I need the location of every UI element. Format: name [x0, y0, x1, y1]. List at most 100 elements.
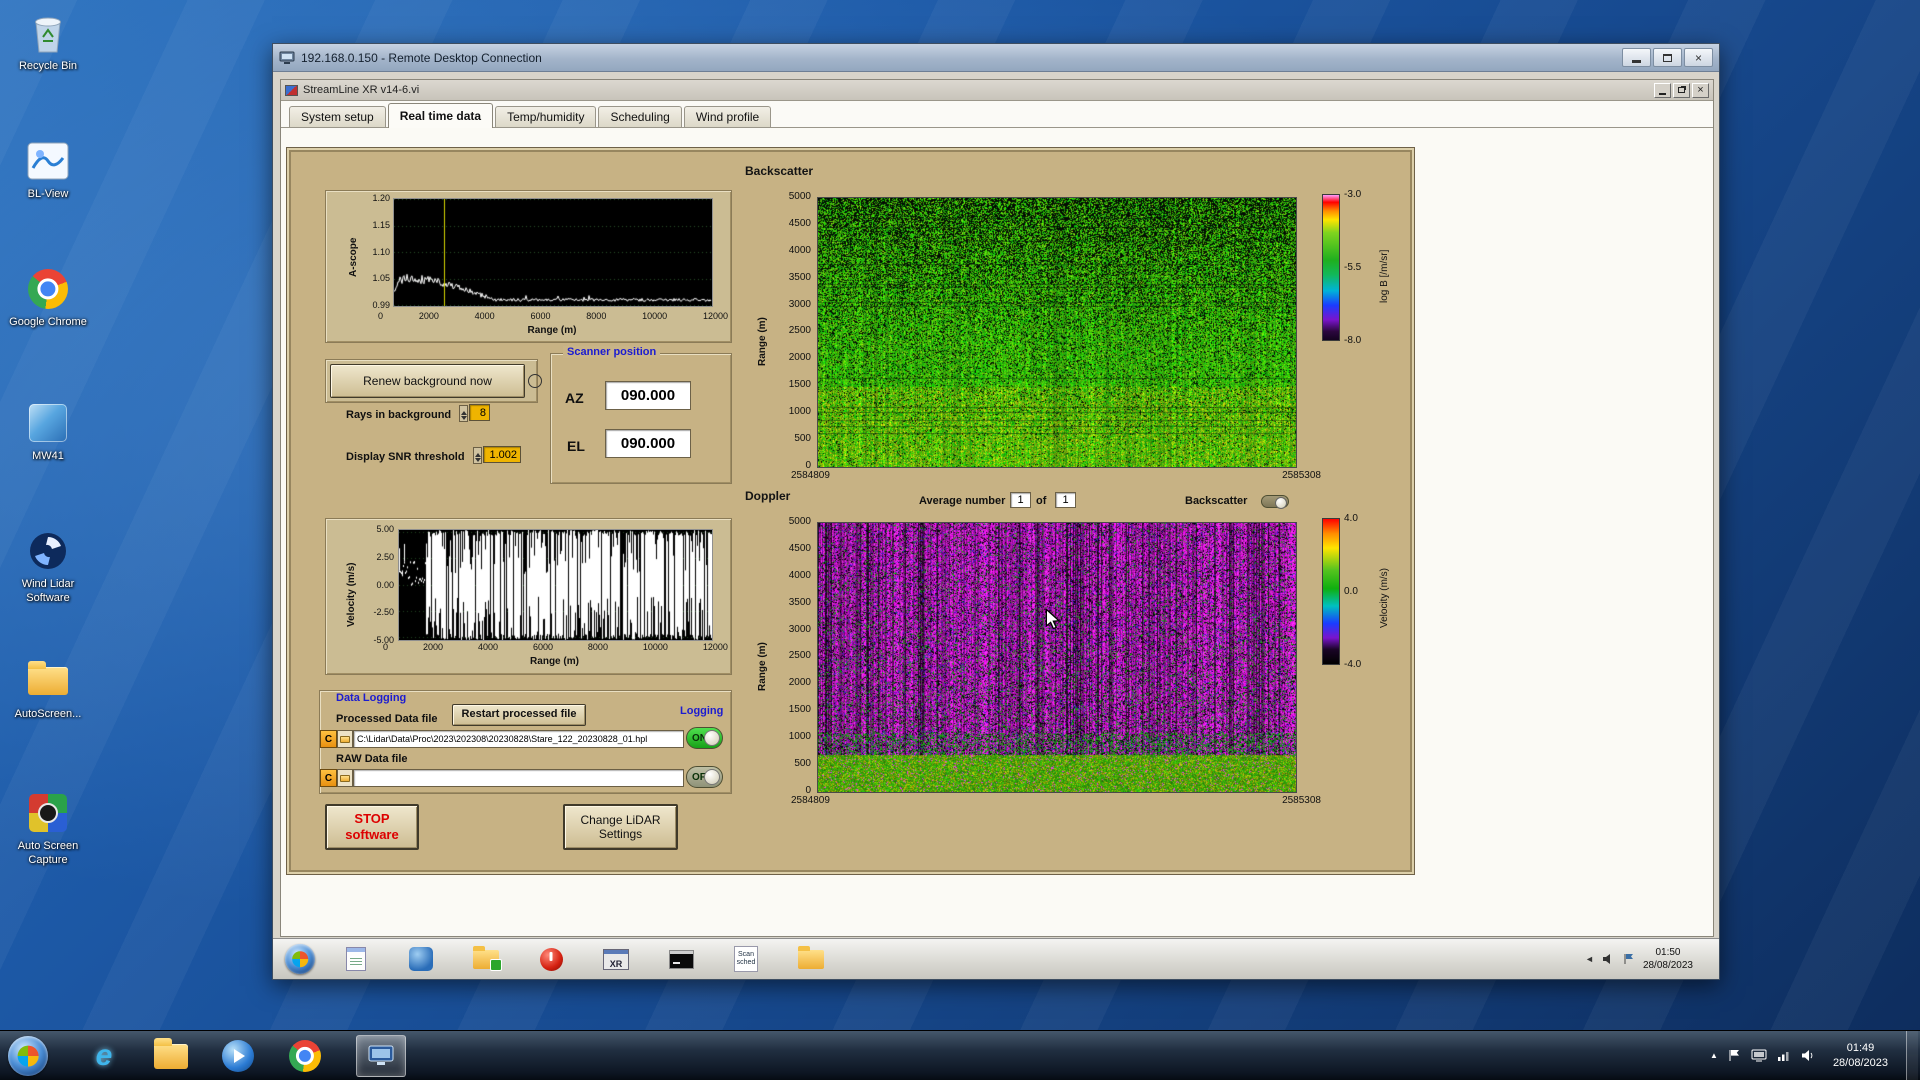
tab-real-time-data[interactable]: Real time data	[388, 103, 493, 128]
snr-threshold-field[interactable]: 1.002	[483, 446, 521, 463]
taskbar-chrome-icon[interactable]	[285, 1036, 325, 1076]
taskbar-wmp-icon[interactable]	[218, 1036, 258, 1076]
remote-taskbar-explorer-icon[interactable]	[794, 943, 828, 975]
snr-spinner[interactable]	[473, 447, 482, 464]
remote-taskbar-folder-icon[interactable]	[469, 943, 503, 975]
tray-volume-icon[interactable]	[1801, 1049, 1815, 1062]
remote-tray-flag-icon[interactable]	[1623, 953, 1635, 965]
tick-label: 4000	[789, 570, 811, 581]
remote-taskbar-console-icon[interactable]	[664, 943, 698, 975]
processed-browse-button[interactable]	[337, 730, 353, 748]
desktop-icon-google-chrome[interactable]: Google Chrome	[4, 266, 92, 330]
tick-label: -4.0	[1344, 659, 1361, 670]
host-clock-date: 28/08/2023	[1833, 1056, 1888, 1070]
tray-flag-icon[interactable]	[1728, 1049, 1741, 1062]
scan-icon-text: Scan	[738, 951, 754, 959]
rdp-close-button[interactable]: ×	[1684, 48, 1713, 67]
tick-label: 4500	[789, 218, 811, 229]
tab-temp-humidity[interactable]: Temp/humidity	[495, 106, 596, 127]
processed-data-file-path[interactable]: C:\Lidar\Data\Proc\2023\202308\20230828\…	[353, 730, 684, 748]
rdp-computer-icon	[279, 51, 295, 65]
app-titlebar[interactable]: StreamLine XR v14-6.vi ×	[281, 80, 1713, 101]
tick-label: 2000	[423, 642, 443, 652]
desktop-icon-auto-screen-capture[interactable]: Auto Screen Capture	[4, 790, 92, 868]
doppler-x-ticks: 25848092585308	[791, 795, 1321, 806]
show-desktop-button[interactable]	[1906, 1031, 1918, 1081]
change-button-line2: Settings	[599, 827, 642, 841]
average-number-field[interactable]: 1	[1010, 492, 1031, 508]
tab-wind-profile[interactable]: Wind profile	[684, 106, 771, 127]
rdp-minimize-button[interactable]	[1622, 48, 1651, 67]
change-lidar-settings-button[interactable]: Change LiDAR Settings	[563, 804, 678, 850]
stop-button-line2: software	[345, 827, 398, 843]
rdp-titlebar[interactable]: 192.168.0.150 - Remote Desktop Connectio…	[273, 44, 1719, 72]
rdp-window-title: 192.168.0.150 - Remote Desktop Connectio…	[301, 51, 1622, 65]
el-field[interactable]: 090.000	[605, 429, 691, 458]
remote-tray-collapse-icon[interactable]: ◄	[1585, 954, 1594, 964]
front-panel: A-scope 1.201.151.101.050.99 02000400060…	[286, 147, 1415, 875]
remote-start-button[interactable]	[285, 944, 315, 974]
desktop-icon-recycle-bin[interactable]: Recycle Bin	[4, 10, 92, 74]
tray-network-icon[interactable]	[1777, 1049, 1791, 1062]
taskbar-rdp-button[interactable]	[356, 1035, 406, 1077]
tray-clock[interactable]: 01:49 28/08/2023	[1825, 1041, 1896, 1070]
taskbar-ie-icon[interactable]: e	[84, 1036, 124, 1076]
average-count-field[interactable]: 1	[1055, 492, 1076, 508]
app-restore-button[interactable]	[1673, 83, 1690, 98]
velocity-x-axis-label: Range (m)	[398, 656, 711, 667]
processed-logging-toggle[interactable]: ON	[686, 727, 723, 749]
tick-label: 3000	[789, 624, 811, 635]
remote-taskbar-scan-sched-icon[interactable]: Scansched	[729, 943, 763, 975]
desktop-icon-wind-lidar[interactable]: Wind Lidar Software	[4, 528, 92, 606]
rdp-maximize-button[interactable]	[1653, 48, 1682, 67]
start-button[interactable]	[8, 1036, 48, 1076]
raw-data-file-path[interactable]	[353, 769, 684, 787]
remote-taskbar-xr-app-icon[interactable]: XR	[599, 943, 633, 975]
raw-browse-button[interactable]	[337, 769, 353, 787]
renew-background-button[interactable]: Renew background now	[330, 364, 525, 398]
tray-up-arrow[interactable]: ▲	[1710, 1051, 1718, 1060]
desktop-icon-mw41[interactable]: MW41	[4, 400, 92, 464]
backscatter-heatmap	[817, 197, 1297, 468]
app-minimize-button[interactable]	[1654, 83, 1671, 98]
raw-drive-selector[interactable]: C	[320, 769, 337, 787]
tick-label: 1.15	[372, 220, 390, 230]
desktop-icon-label: Auto Screen Capture	[4, 840, 92, 868]
rays-in-background-field[interactable]: 8	[469, 404, 490, 421]
raw-logging-toggle[interactable]: OFF	[686, 766, 723, 788]
remote-taskbar-blue-app-icon[interactable]	[404, 943, 438, 975]
velocity-colorbar-label: Velocity (m/s)	[1379, 568, 1390, 628]
processed-drive-selector[interactable]: C	[320, 730, 337, 748]
remote-taskbar-power-icon[interactable]	[534, 943, 568, 975]
background-led-indicator	[528, 374, 542, 388]
az-field[interactable]: 090.000	[605, 381, 691, 410]
folder-icon	[4, 658, 92, 704]
velocity-y-ticks: 5.002.500.00-2.50-5.00	[352, 524, 394, 645]
chrome-icon	[4, 266, 92, 312]
remote-tray-clock[interactable]: 01:50 28/08/2023	[1643, 946, 1693, 972]
app-close-button[interactable]: ×	[1692, 83, 1709, 98]
tick-label: 3000	[789, 299, 811, 310]
remote-taskbar-notepad-icon[interactable]	[339, 943, 373, 975]
tray-display-icon[interactable]	[1751, 1049, 1767, 1062]
tick-label: 6000	[530, 311, 550, 321]
restart-processed-file-button[interactable]: Restart processed file	[452, 704, 586, 726]
ie-glyph: e	[96, 1039, 113, 1073]
host-taskbar: e ▲ 01:49 28/08/2023	[0, 1030, 1920, 1080]
desktop-icon-bl-view[interactable]: BL-View	[4, 138, 92, 202]
stop-software-button[interactable]: STOP software	[325, 804, 419, 850]
velocity-colorbar-ticks: 4.00.0-4.0	[1344, 513, 1361, 670]
tab-system-setup[interactable]: System setup	[289, 106, 386, 127]
taskbar-explorer-icon[interactable]	[151, 1036, 191, 1076]
desktop-icon-label: BL-View	[4, 188, 92, 202]
backscatter-toggle[interactable]	[1261, 495, 1289, 508]
tick-label: 1.20	[372, 193, 390, 203]
rays-in-background-label: Rays in background	[346, 409, 451, 421]
tab-scheduling[interactable]: Scheduling	[598, 106, 681, 127]
desktop-icon-autoscreen-folder[interactable]: AutoScreen...	[4, 658, 92, 722]
doppler-y-axis-label: Range (m)	[757, 642, 768, 691]
rays-spinner[interactable]	[459, 405, 468, 422]
tick-label: 12000	[703, 311, 728, 321]
remote-clock-time: 01:50	[1643, 946, 1693, 959]
remote-tray-volume-icon[interactable]	[1602, 953, 1615, 965]
